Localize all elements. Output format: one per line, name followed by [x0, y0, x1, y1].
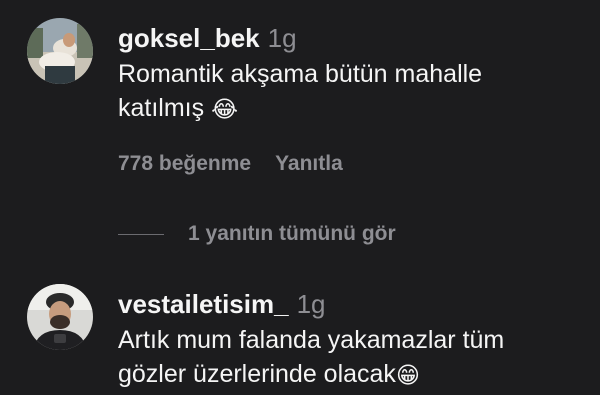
comment-actions: 778 beğenme Yanıtla: [118, 151, 343, 177]
comment-text-content: gözler üzerlerinde olacak: [118, 360, 396, 388]
reply-button[interactable]: Yanıtla: [275, 152, 343, 175]
view-replies-button[interactable]: 1 yanıtın tümünü gör: [118, 220, 396, 248]
comment-text-content: katılmış: [118, 94, 205, 122]
grinning-emoji-icon: 😁: [395, 363, 420, 389]
comment-text-line: Artık mum falanda yakamazlar tüm: [118, 326, 505, 354]
laughing-tears-emoji-icon: 😂: [211, 97, 238, 123]
comment-text-line: Romantik akşama bütün mahalle: [118, 60, 483, 88]
comment-item: goksel_bek 1g Romantik akşama bütün mahal…: [0, 0, 600, 200]
comment-text: Romantik akşama bütün mahalle katılmış 😂: [118, 57, 482, 127]
comment-header: vestailetisim_ 1g: [118, 289, 325, 319]
avatar[interactable]: [27, 284, 93, 350]
timestamp: 1g: [296, 289, 326, 319]
comment-text: Artık mum falanda yakamazlar tüm gözler …: [118, 323, 504, 393]
divider: [118, 233, 164, 235]
likes-count-button[interactable]: 778 beğenme: [118, 152, 251, 175]
comment-text-line: katılmış 😂: [118, 91, 482, 127]
comment-item: vestailetisim_ 1g Artık mum falanda yakam…: [0, 270, 600, 395]
view-replies-label: 1 yanıtın tümünü gör: [188, 222, 396, 245]
username[interactable]: vestailetisim_: [118, 289, 289, 319]
timestamp: 1g: [267, 23, 297, 53]
avatar[interactable]: [27, 18, 93, 84]
username[interactable]: goksel_bek: [118, 23, 260, 53]
comment-header: goksel_bek 1g: [118, 23, 297, 53]
comment-text-line: gözler üzerlerinde olacak😁: [118, 357, 504, 393]
person-avatar-icon: [27, 284, 93, 350]
person-avatar-icon: [27, 18, 93, 84]
